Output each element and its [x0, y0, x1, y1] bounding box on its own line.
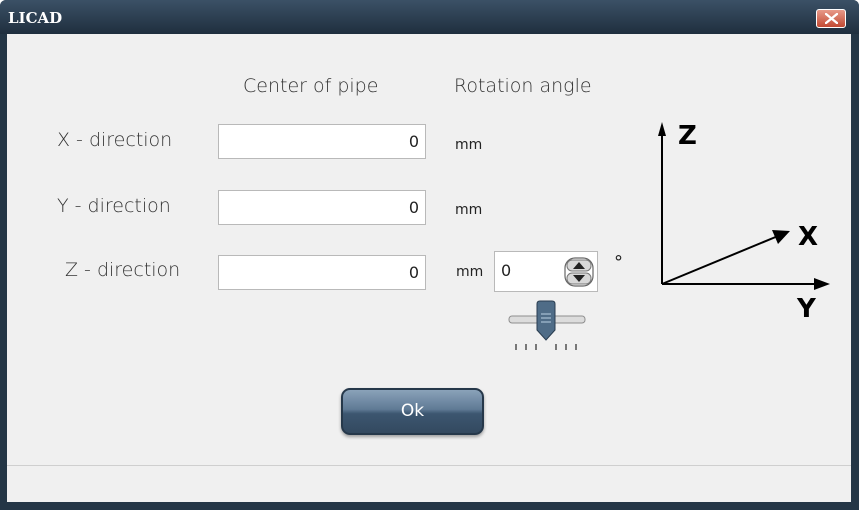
- window-title: LICAD: [8, 9, 63, 27]
- z-axis-label: Z: [678, 121, 697, 151]
- coordinate-axes-diagram: Z X Y: [658, 121, 830, 324]
- z-axis-arrow-icon: [658, 122, 666, 136]
- ok-button[interactable]: Ok: [341, 388, 484, 435]
- status-bar: [7, 465, 851, 502]
- z-direction-value: 0: [408, 263, 419, 282]
- y-direction-value: 0: [408, 198, 419, 217]
- ok-button-label: Ok: [400, 401, 425, 421]
- y-axis-arrow-icon: [814, 278, 830, 290]
- x-direction-input[interactable]: 0: [218, 124, 426, 159]
- y-direction-label: Y - direction: [57, 195, 171, 217]
- close-icon: [825, 13, 838, 24]
- header-rotation-angle: Rotation angle: [454, 75, 592, 97]
- close-button[interactable]: [816, 9, 846, 28]
- rotation-angle-spinner[interactable]: 0: [494, 251, 598, 292]
- header-center-of-pipe: Center of pipe: [243, 75, 379, 97]
- y-axis-label: Y: [796, 294, 817, 324]
- y-unit: mm: [455, 202, 483, 218]
- y-direction-input[interactable]: 0: [218, 190, 426, 225]
- x-unit: mm: [455, 137, 483, 153]
- dialog-window: LICAD Center of pipe Rotation angle X - …: [0, 0, 859, 510]
- degree-symbol: °: [614, 252, 623, 273]
- rotation-slider[interactable]: [508, 300, 588, 356]
- slider-thumb[interactable]: [536, 300, 556, 341]
- z-direction-input[interactable]: 0: [218, 255, 426, 290]
- x-axis-label: X: [798, 222, 818, 252]
- x-direction-value: 0: [408, 132, 419, 151]
- slider-ticks: [515, 344, 577, 350]
- title-bar[interactable]: LICAD: [0, 0, 859, 34]
- rotation-angle-value: 0: [501, 261, 512, 280]
- spinner-up-down-icon[interactable]: [564, 257, 594, 287]
- x-direction-label: X - direction: [57, 129, 173, 151]
- x-axis-line: [661, 235, 779, 285]
- z-unit: mm: [456, 264, 484, 280]
- z-direction-label: Z - direction: [65, 259, 181, 281]
